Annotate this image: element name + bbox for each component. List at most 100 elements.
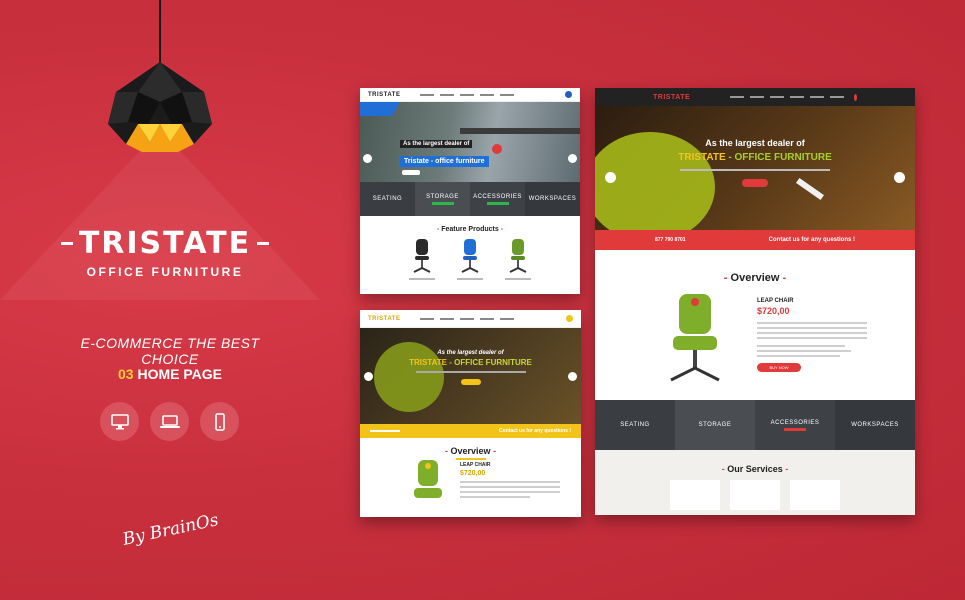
tagline: E-COMMERCE THE BEST CHOICE bbox=[80, 335, 260, 367]
desktop-icon bbox=[110, 413, 129, 429]
logo: TRISTATE bbox=[368, 91, 401, 98]
hero-brand: TRISTATE bbox=[409, 358, 447, 367]
hero-banner: As the largest dealer of TRISTATE - OFFI… bbox=[595, 106, 915, 230]
category-workspaces[interactable]: WORKSPACES bbox=[835, 400, 915, 450]
contact-bar: Contact us for any questions ! bbox=[360, 424, 581, 438]
product-card[interactable] bbox=[457, 239, 483, 280]
overview-section: - Overview - LEAP CHAIR $720,00 BUY NOW bbox=[595, 250, 915, 400]
desktop-device bbox=[100, 402, 139, 441]
buy-now-label: BUY NOW bbox=[769, 365, 789, 370]
contact-phone: 877 790 8701 bbox=[655, 237, 686, 243]
service-card[interactable] bbox=[790, 480, 840, 510]
slider-next-button[interactable] bbox=[894, 172, 905, 183]
category-workspaces[interactable]: WORKSPACES bbox=[525, 182, 580, 216]
brand-title: TRISTATE bbox=[60, 226, 270, 261]
overview-section: - Overview - LEAP CHAIR $720,00 bbox=[360, 438, 581, 498]
slider-prev-button[interactable] bbox=[605, 172, 616, 183]
hero-line-3: - OFFICE FURNITURE bbox=[449, 358, 532, 367]
green-chair-icon bbox=[414, 460, 442, 498]
category-label: STORAGE bbox=[426, 193, 459, 200]
service-card[interactable] bbox=[730, 480, 780, 510]
nav-links bbox=[730, 96, 845, 98]
navbar: TRISTATE bbox=[360, 88, 580, 102]
office-chair-icon bbox=[461, 239, 479, 273]
hero-line-1: As the largest dealer of bbox=[437, 350, 504, 356]
mobile-device bbox=[200, 402, 239, 441]
category-seating[interactable]: SEATING bbox=[360, 182, 415, 216]
product-card[interactable] bbox=[409, 239, 435, 280]
cart-icon bbox=[566, 315, 573, 322]
nav-links bbox=[420, 93, 515, 96]
device-icons bbox=[100, 402, 239, 441]
category-storage[interactable]: STORAGE bbox=[675, 400, 755, 450]
category-storage[interactable]: STORAGE bbox=[415, 182, 470, 216]
hero-line-3: - OFFICE FURNITURE bbox=[728, 152, 832, 163]
logo: TRISTATE bbox=[653, 93, 691, 101]
laptop-device bbox=[150, 402, 189, 441]
category-label: WORKSPACES bbox=[851, 422, 899, 428]
contact-text: Contact us for any questions ! bbox=[499, 428, 571, 434]
category-strip: SEATING STORAGE ACCESSORIES WORKSPACES bbox=[360, 182, 580, 216]
contact-text: Contact us for any questions ! bbox=[768, 237, 855, 243]
slider-next-button[interactable] bbox=[568, 372, 577, 381]
navbar: TRISTATE bbox=[360, 310, 581, 328]
cart-icon bbox=[854, 93, 857, 101]
slider-prev-button[interactable] bbox=[364, 372, 373, 381]
services-section: - Our Services - bbox=[595, 450, 915, 515]
product-price: $720,00 bbox=[460, 470, 486, 477]
category-label: ACCESSORIES bbox=[770, 419, 820, 426]
category-label: STORAGE bbox=[698, 422, 732, 428]
lamp-cord bbox=[159, 0, 161, 70]
office-chair-icon bbox=[509, 239, 527, 273]
hero-brand: TRISTATE bbox=[678, 152, 726, 163]
section-title: - Feature Products - bbox=[436, 226, 504, 233]
hero-banner: As the largest dealer of TRISTATE - OFFI… bbox=[360, 328, 581, 424]
section-title: - Overview - bbox=[444, 446, 497, 456]
services-title-text: Our Services bbox=[727, 464, 783, 474]
product-name: LEAP CHAIR bbox=[460, 462, 491, 468]
section-title: - Overview - bbox=[723, 272, 787, 284]
hero-line-1: As the largest dealer of bbox=[705, 138, 805, 148]
home-page-1-preview[interactable]: TRISTATE As the largest dealer of Trista… bbox=[360, 88, 580, 294]
product-row bbox=[360, 239, 580, 280]
product-name: LEAP CHAIR bbox=[757, 298, 794, 304]
homepage-label: HOME PAGE bbox=[137, 366, 222, 382]
home-page-2-preview[interactable]: TRISTATE As the largest dealer of TRISTA… bbox=[360, 310, 581, 517]
category-label: ACCESSORIES bbox=[473, 193, 522, 200]
slider-next-button[interactable] bbox=[568, 154, 577, 163]
homepage-number: 03 bbox=[118, 366, 134, 382]
cart-icon bbox=[565, 91, 572, 98]
section-title-text: Feature Products bbox=[441, 226, 499, 233]
nav-links bbox=[420, 317, 515, 320]
category-label: WORKSPACES bbox=[528, 196, 577, 202]
section-title-text: Overview bbox=[730, 272, 780, 284]
home-page-3-preview[interactable]: TRISTATE As the largest dealer of TRISTA… bbox=[595, 88, 915, 515]
service-card[interactable] bbox=[670, 480, 720, 510]
product-price: $720,00 bbox=[757, 306, 790, 316]
brand-subtitle: OFFICE FURNITURE bbox=[86, 265, 244, 279]
product-card[interactable] bbox=[505, 239, 531, 280]
pendant-lamp-icon bbox=[108, 62, 212, 152]
slider-prev-button[interactable] bbox=[363, 154, 372, 163]
category-accessories[interactable]: ACCESSORIES bbox=[755, 400, 835, 450]
hero-cta-button[interactable] bbox=[460, 379, 481, 385]
mobile-icon bbox=[214, 412, 225, 431]
buy-now-button[interactable]: BUY NOW bbox=[757, 363, 801, 372]
navbar: TRISTATE bbox=[595, 88, 915, 106]
services-title: - Our Services - bbox=[721, 464, 789, 474]
hero-cta-button[interactable] bbox=[402, 170, 420, 175]
category-label: SEATING bbox=[620, 422, 650, 428]
category-strip: SEATING STORAGE ACCESSORIES WORKSPACES bbox=[595, 400, 915, 450]
brand-title-text: TRISTATE bbox=[78, 226, 252, 261]
logo: TRISTATE bbox=[368, 315, 401, 322]
category-seating[interactable]: SEATING bbox=[595, 400, 675, 450]
hero-banner: As the largest dealer of Tristate - offi… bbox=[360, 102, 580, 182]
category-accessories[interactable]: ACCESSORIES bbox=[470, 182, 525, 216]
category-label: SEATING bbox=[372, 196, 403, 202]
hero-cta-button[interactable] bbox=[742, 179, 768, 187]
hero-line-1: As the largest dealer of bbox=[400, 140, 473, 148]
laptop-icon bbox=[159, 414, 180, 428]
section-title-text: Overview bbox=[450, 446, 491, 456]
hero-line-2: Tristate - office furniture bbox=[400, 156, 489, 167]
homepage-count: 03 HOME PAGE bbox=[110, 366, 230, 382]
